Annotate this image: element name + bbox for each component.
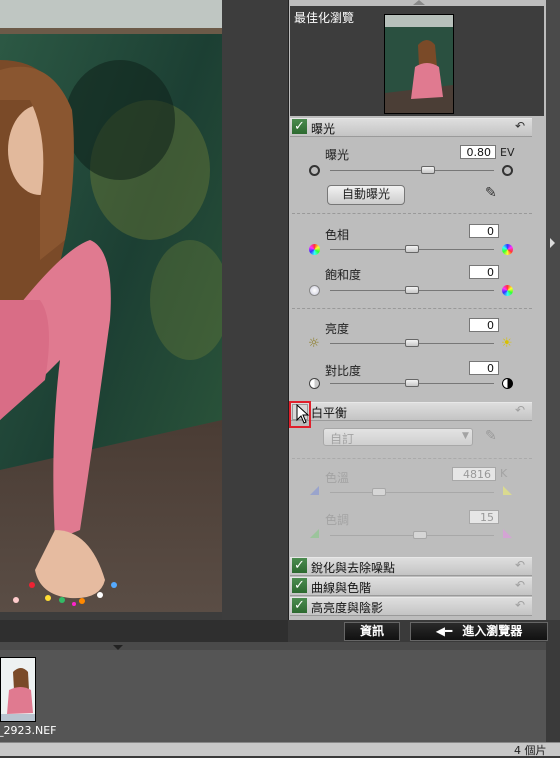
- temperature-value-field[interactable]: 4816: [452, 467, 496, 481]
- dim-sun-icon: ☼: [308, 336, 320, 351]
- temperature-slider-track[interactable]: [330, 492, 494, 493]
- bright-sun-icon: ☀: [501, 336, 513, 351]
- contrast-slider-thumb[interactable]: [405, 379, 419, 387]
- curves-enable-checkbox[interactable]: ✓: [292, 578, 307, 593]
- temperature-slider-thumb[interactable]: [372, 488, 387, 496]
- exposure-reset-icon[interactable]: ↶: [515, 119, 525, 133]
- highlights-section-title: 高亮度與陰影: [311, 601, 384, 615]
- tint-slider-track[interactable]: [330, 535, 494, 536]
- collapse-panel-icon[interactable]: [550, 238, 555, 248]
- scroll-up-icon[interactable]: [413, 0, 425, 5]
- exposure-enable-checkbox[interactable]: ✓: [292, 119, 307, 134]
- hue-wheel-alt-icon: [502, 244, 513, 255]
- status-bar: [0, 742, 560, 756]
- exposure-unit: EV: [500, 146, 515, 159]
- contrast-value-field[interactable]: 0: [469, 361, 499, 375]
- exposure-label: 曝光: [325, 148, 350, 162]
- filmstrip-thumbnail[interactable]: [0, 657, 36, 722]
- hue-wheel-icon: [309, 244, 320, 255]
- canvas-margin: [222, 0, 288, 630]
- highlights-enable-checkbox[interactable]: ✓: [292, 598, 307, 613]
- saturation-label: 飽和度: [325, 268, 362, 282]
- section-divider: [292, 308, 532, 309]
- white-balance-preset-value: 自訂: [330, 432, 355, 446]
- temperature-label: 色溫: [325, 471, 350, 485]
- panel-edge-scrollbar[interactable]: [546, 0, 560, 640]
- brightness-value-field[interactable]: 0: [469, 318, 499, 332]
- status-image-count: 4 個片: [514, 744, 547, 757]
- auto-exposure-button[interactable]: 自動曝光: [327, 185, 405, 205]
- sharpen-enable-checkbox[interactable]: ✓: [292, 558, 307, 573]
- hue-slider-thumb[interactable]: [405, 245, 419, 253]
- low-contrast-icon: [309, 378, 320, 389]
- main-photo[interactable]: [0, 0, 222, 612]
- saturation-value-field[interactable]: 0: [469, 265, 499, 279]
- saturate-icon: [502, 285, 513, 296]
- high-contrast-icon: [502, 378, 513, 389]
- hue-label: 色相: [325, 228, 350, 242]
- highlights-reset-icon[interactable]: ↶: [515, 598, 525, 612]
- tint-value-field[interactable]: 15: [469, 510, 499, 524]
- preview-thumbnail[interactable]: [384, 14, 454, 114]
- hue-value-field[interactable]: 0: [469, 224, 499, 238]
- cool-temperature-icon: [310, 486, 319, 495]
- canvas-bottom-bar: [0, 620, 330, 642]
- tint-slider-thumb[interactable]: [413, 531, 428, 539]
- saturation-slider-thumb[interactable]: [405, 286, 419, 294]
- mouse-pointer-icon: [296, 403, 310, 427]
- desaturate-icon: [309, 285, 320, 296]
- exposure-value-field[interactable]: 0.80: [460, 145, 496, 159]
- sharpen-section-title: 銳化與去除噪點: [311, 561, 396, 575]
- green-tint-icon: [310, 529, 319, 538]
- info-button[interactable]: 資訊: [344, 622, 400, 641]
- back-arrow-icon: ◀━: [435, 624, 453, 638]
- brightness-label: 亮度: [325, 322, 350, 336]
- filmstrip-file-label: _2923.NEF: [0, 724, 57, 737]
- sharpen-reset-icon[interactable]: ↶: [515, 558, 525, 572]
- chevron-down-icon: ▼: [462, 431, 469, 441]
- eyedropper-icon[interactable]: ✎: [485, 185, 497, 201]
- aperture-minus-icon: [309, 165, 320, 176]
- filmstrip: [0, 650, 546, 742]
- magenta-tint-icon: [503, 529, 512, 538]
- curves-reset-icon[interactable]: ↶: [515, 578, 525, 592]
- filmstrip-divider[interactable]: [0, 642, 546, 650]
- tint-label: 色調: [325, 513, 350, 527]
- exposure-slider-track[interactable]: [330, 170, 494, 171]
- section-divider: [292, 458, 532, 459]
- enter-browser-button[interactable]: ◀━ 進入瀏覽器: [410, 622, 548, 641]
- section-divider: [292, 213, 532, 214]
- aperture-plus-icon: [502, 165, 513, 176]
- wb-eyedropper-icon[interactable]: ✎: [485, 428, 497, 444]
- white-balance-section-title: 白平衡: [311, 406, 348, 420]
- contrast-label: 對比度: [325, 364, 362, 378]
- warm-temperature-icon: [503, 486, 512, 495]
- exposure-slider-thumb[interactable]: [421, 166, 436, 174]
- curves-section-title: 曲線與色階: [311, 581, 372, 595]
- temperature-unit: K: [500, 467, 508, 480]
- preview-title: 最佳化瀏覽: [294, 11, 355, 25]
- exposure-section-title: 曝光: [311, 122, 336, 136]
- brightness-slider-thumb[interactable]: [405, 339, 419, 347]
- enter-browser-label: 進入瀏覽器: [462, 624, 523, 638]
- white-balance-reset-icon[interactable]: ↶: [515, 403, 525, 417]
